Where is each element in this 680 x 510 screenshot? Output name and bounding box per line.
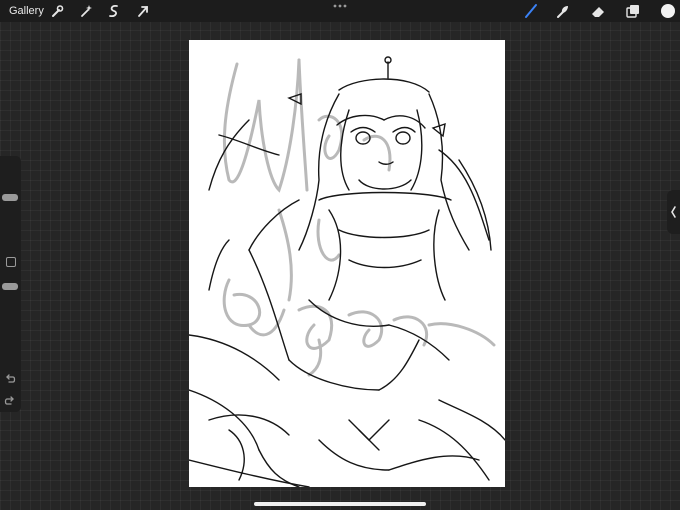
top-toolbar: Gallery <box>0 0 680 22</box>
color-circle-icon[interactable] <box>660 3 676 19</box>
redo-icon[interactable] <box>4 395 16 407</box>
gallery-button[interactable]: Gallery <box>9 4 44 18</box>
drawing-canvas[interactable] <box>189 40 505 487</box>
size-slider-thumb[interactable] <box>2 194 18 201</box>
character-lineart <box>189 56 505 487</box>
size-slider[interactable] <box>2 162 18 242</box>
brush-icon[interactable] <box>523 3 539 19</box>
chevron-left-icon <box>671 206 676 218</box>
smudge-icon[interactable] <box>555 3 571 19</box>
selection-icon[interactable] <box>106 3 122 19</box>
magic-wand-icon[interactable] <box>78 3 94 19</box>
left-sidebar <box>0 156 21 412</box>
undo-icon[interactable] <box>4 373 16 385</box>
modify-square-icon[interactable] <box>6 257 16 267</box>
opacity-slider-thumb[interactable] <box>2 283 18 290</box>
home-indicator <box>254 502 426 506</box>
eraser-icon[interactable] <box>590 3 606 19</box>
layers-icon[interactable] <box>625 3 641 19</box>
wrench-icon[interactable] <box>49 3 65 19</box>
right-panel-handle[interactable] <box>667 190 680 234</box>
more-dots-icon[interactable] <box>333 2 347 10</box>
transform-arrow-icon[interactable] <box>135 3 151 19</box>
lineart-sketch <box>189 56 505 487</box>
signature-watermark <box>222 58 496 377</box>
procreate-app: Gallery <box>0 0 680 510</box>
